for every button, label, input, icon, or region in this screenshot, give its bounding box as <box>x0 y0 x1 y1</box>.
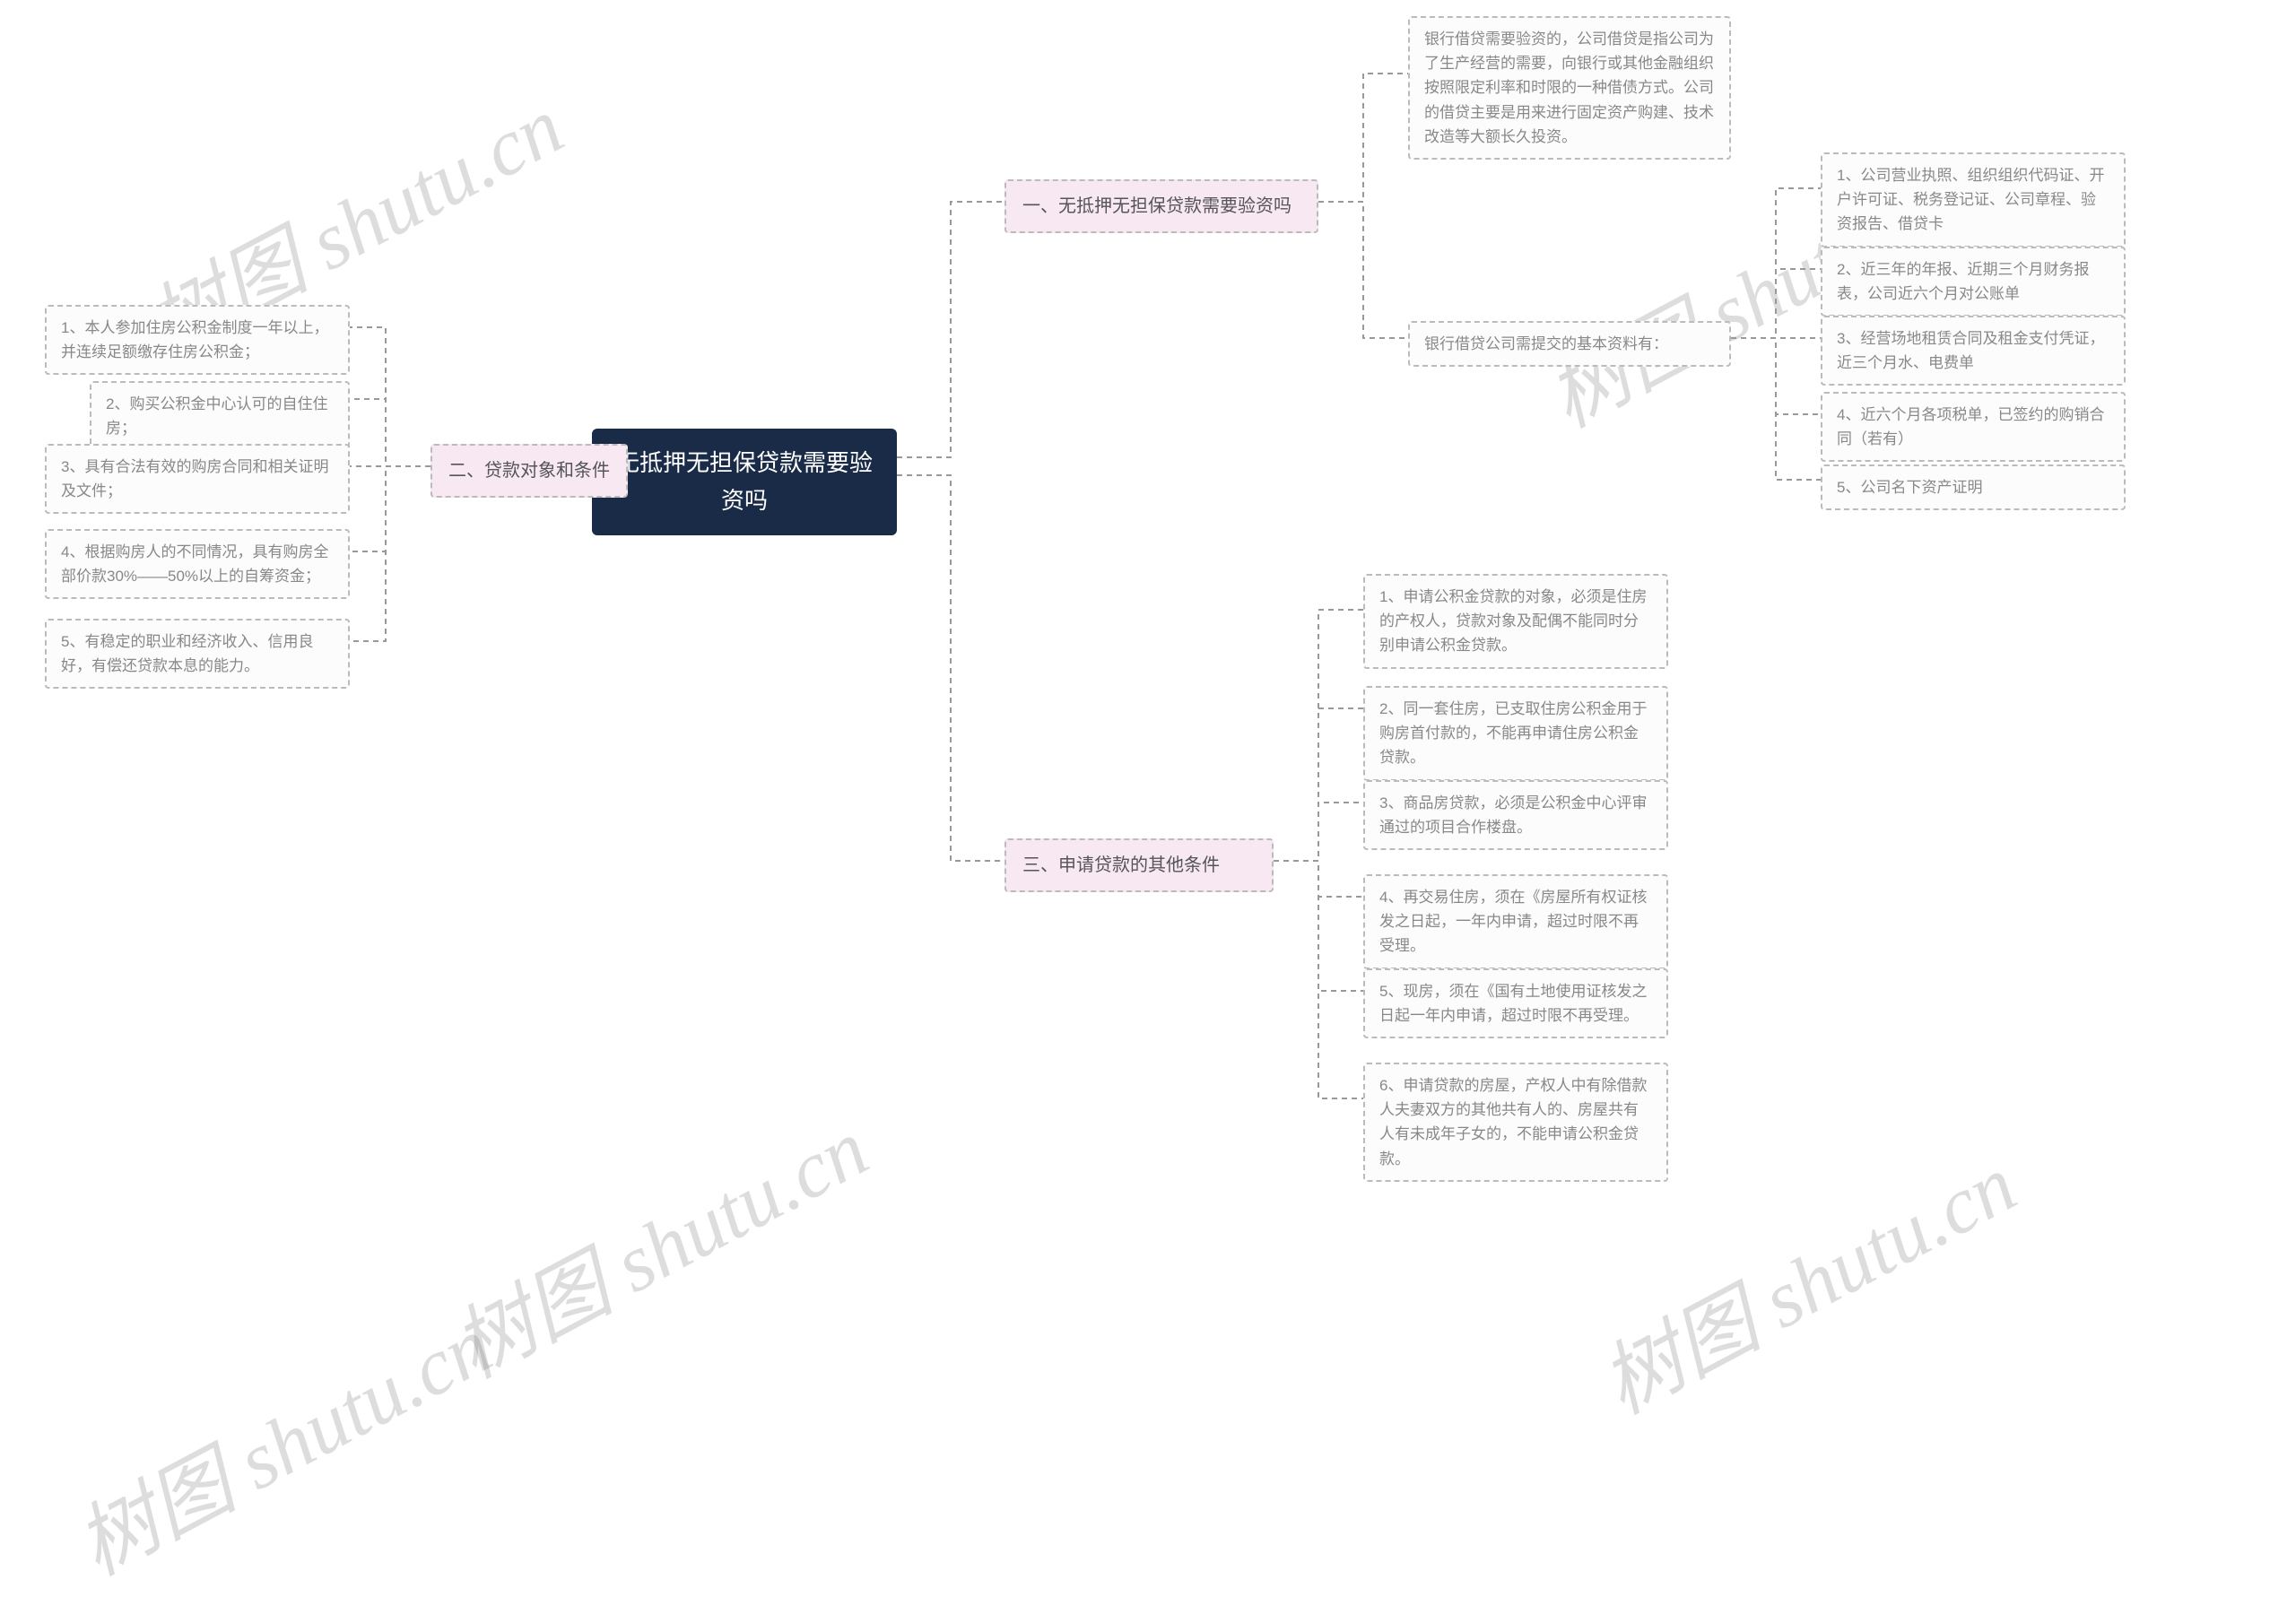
doc-2-text: 2、近三年的年报、近期三个月财务报表，公司近六个月对公账单 <box>1837 261 2089 302</box>
doc-1[interactable]: 1、公司营业执照、组织组织代码证、开户许可证、税务登记证、公司章程、验资报告、借… <box>1821 152 2126 247</box>
cond-2-text: 2、同一套住房，已支取住房公积金用于购房首付款的，不能再申请住房公积金贷款。 <box>1379 700 1647 766</box>
item-3[interactable]: 3、具有合法有效的购房合同和相关证明及文件； <box>45 444 350 514</box>
root-node[interactable]: 无抵押无担保贷款需要验资吗 <box>592 429 897 535</box>
item-5-text: 5、有稳定的职业和经济收入、信用良好，有偿还贷款本息的能力。 <box>61 633 313 674</box>
branch-3[interactable]: 三、申请贷款的其他条件 <box>1004 838 1274 892</box>
item-5[interactable]: 5、有稳定的职业和经济收入、信用良好，有偿还贷款本息的能力。 <box>45 619 350 689</box>
item-2-text: 2、购买公积金中心认可的自住住房； <box>106 395 327 437</box>
doc-3[interactable]: 3、经营场地租赁合同及租金支付凭证，近三个月水、电费单 <box>1821 316 2126 386</box>
branch1-intro-text: 银行借贷需要验资的，公司借贷是指公司为了生产经营的需要，向银行或其他金融组织按照… <box>1424 30 1714 145</box>
item-3-text: 3、具有合法有效的购房合同和相关证明及文件； <box>61 458 328 499</box>
cond-1-text: 1、申请公积金贷款的对象，必须是住房的产权人，贷款对象及配偶不能同时分别申请公积… <box>1379 588 1647 654</box>
doc-4-text: 4、近六个月各项税单，已签约的购销合同（若有） <box>1837 406 2104 447</box>
cond-5-text: 5、现房，须在《国有土地使用证核发之日起一年内申请，超过时限不再受理。 <box>1379 983 1647 1024</box>
branch-1[interactable]: 一、无抵押无担保贷款需要验资吗 <box>1004 179 1318 233</box>
watermark: 树图 shutu.cn <box>53 1281 508 1597</box>
cond-1[interactable]: 1、申请公积金贷款的对象，必须是住房的产权人，贷款对象及配偶不能同时分别申请公积… <box>1363 574 1668 669</box>
cond-4-text: 4、再交易住房，须在《房屋所有权证核发之日起，一年内申请，超过时限不再受理。 <box>1379 889 1647 954</box>
cond-3[interactable]: 3、商品房贷款，必须是公积金中心评审通过的项目合作楼盘。 <box>1363 780 1668 850</box>
branch1-docs-title[interactable]: 银行借贷公司需提交的基本资料有： <box>1408 321 1731 367</box>
item-4-text: 4、根据购房人的不同情况，具有购房全部价款30%——50%以上的自筹资金； <box>61 543 328 585</box>
branch-2[interactable]: 二、贷款对象和条件 <box>430 444 628 498</box>
cond-4[interactable]: 4、再交易住房，须在《房屋所有权证核发之日起，一年内申请，超过时限不再受理。 <box>1363 874 1668 969</box>
branch-3-label: 三、申请贷款的其他条件 <box>1022 855 1220 875</box>
item-4[interactable]: 4、根据购房人的不同情况，具有购房全部价款30%——50%以上的自筹资金； <box>45 529 350 599</box>
doc-2[interactable]: 2、近三年的年报、近期三个月财务报表，公司近六个月对公账单 <box>1821 247 2126 317</box>
doc-4[interactable]: 4、近六个月各项税单，已签约的购销合同（若有） <box>1821 392 2126 462</box>
doc-1-text: 1、公司营业执照、组织组织代码证、开户许可证、税务登记证、公司章程、验资报告、借… <box>1837 167 2104 232</box>
cond-6-text: 6、申请贷款的房屋，产权人中有除借款人夫妻双方的其他共有人的、房屋共有人有未成年… <box>1379 1077 1647 1167</box>
branch1-intro[interactable]: 银行借贷需要验资的，公司借贷是指公司为了生产经营的需要，向银行或其他金融组织按照… <box>1408 16 1731 160</box>
cond-5[interactable]: 5、现房，须在《国有土地使用证核发之日起一年内申请，超过时限不再受理。 <box>1363 968 1668 1038</box>
doc-3-text: 3、经营场地租赁合同及租金支付凭证，近三个月水、电费单 <box>1837 330 2104 371</box>
item-1-text: 1、本人参加住房公积金制度一年以上，并连续足额缴存住房公积金； <box>61 319 328 360</box>
branch1-docs-title-text: 银行借贷公司需提交的基本资料有： <box>1424 335 1668 352</box>
watermark: 树图 shutu.cn <box>430 1084 884 1400</box>
root-title: 无抵押无担保贷款需要验资吗 <box>616 449 873 514</box>
cond-6[interactable]: 6、申请贷款的房屋，产权人中有除借款人夫妻双方的其他共有人的、房屋共有人有未成年… <box>1363 1063 1668 1182</box>
item-2[interactable]: 2、购买公积金中心认可的自住住房； <box>90 381 350 451</box>
doc-5[interactable]: 5、公司名下资产证明 <box>1821 464 2126 510</box>
cond-3-text: 3、商品房贷款，必须是公积金中心评审通过的项目合作楼盘。 <box>1379 794 1647 836</box>
branch-2-label: 二、贷款对象和条件 <box>448 461 610 481</box>
branch-1-label: 一、无抵押无担保贷款需要验资吗 <box>1022 196 1292 216</box>
cond-2[interactable]: 2、同一套住房，已支取住房公积金用于购房首付款的，不能再申请住房公积金贷款。 <box>1363 686 1668 781</box>
item-1[interactable]: 1、本人参加住房公积金制度一年以上，并连续足额缴存住房公积金； <box>45 305 350 375</box>
mindmap-canvas: 树图 shutu.cn 树图 shutu.cn 树图 shutu.cn 树图 s… <box>0 0 2296 1416</box>
doc-5-text: 5、公司名下资产证明 <box>1837 479 1982 496</box>
